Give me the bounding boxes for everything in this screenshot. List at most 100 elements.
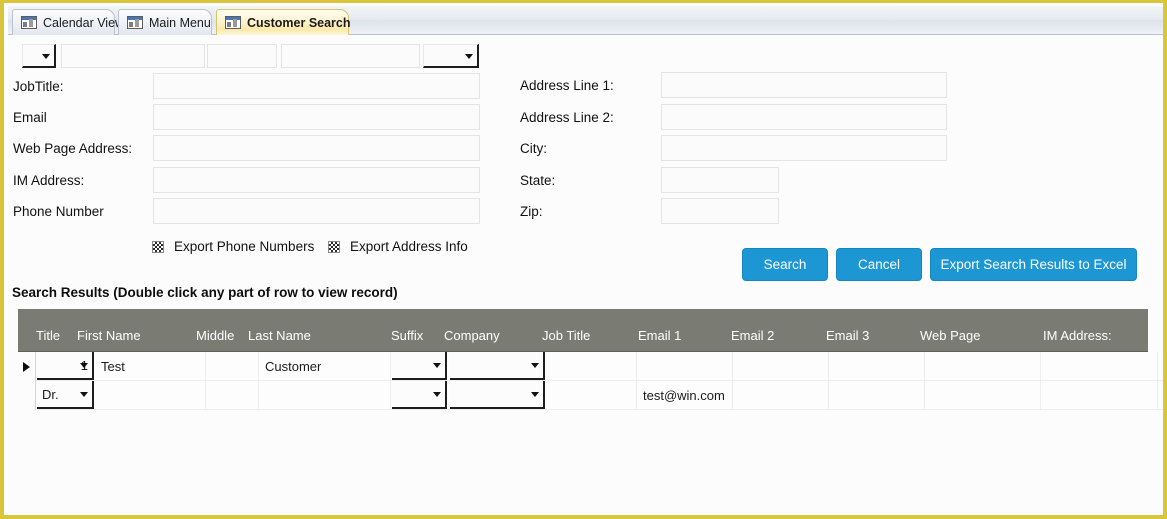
cell-last-name[interactable]: Customer xyxy=(260,352,391,381)
cell-im-address[interactable] xyxy=(1042,352,1158,381)
city-input[interactable] xyxy=(661,135,947,161)
search-results-caption: Search Results (Double click any part of… xyxy=(12,285,398,300)
cell-first-name[interactable] xyxy=(96,381,206,410)
cell-suffix[interactable] xyxy=(392,381,447,409)
cell-middle[interactable] xyxy=(207,381,259,410)
chevron-down-icon xyxy=(42,53,50,59)
cell-company[interactable] xyxy=(450,381,545,409)
application-window: Calendar View Main Menu Customer Search xyxy=(0,0,1167,519)
tab-label: Main Menu xyxy=(149,15,211,30)
title-combo[interactable] xyxy=(22,44,56,68)
export-search-results-to-excel-button[interactable]: Export Search Results to Excel xyxy=(930,248,1137,281)
search-results-grid: Title First Name Middle Last Name Suffix… xyxy=(18,309,1163,410)
column-header-email-3[interactable]: Email 3 xyxy=(826,328,869,343)
tab-customer-search[interactable]: Customer Search xyxy=(216,9,351,35)
label-im-address: IM Address: xyxy=(13,173,85,188)
im-address-input[interactable] xyxy=(153,167,480,193)
grid-header-row: Title First Name Middle Last Name Suffix… xyxy=(18,309,1148,352)
search-button[interactable]: Search xyxy=(742,248,828,281)
document-tab-bar: Calendar View Main Menu Customer Search xyxy=(8,6,1163,35)
email-input[interactable] xyxy=(153,104,480,130)
cell-company[interactable] xyxy=(450,352,545,380)
column-header-title[interactable]: Title xyxy=(36,328,60,343)
cell-web-page[interactable] xyxy=(926,352,1041,381)
label-address-line-2: Address Line 2: xyxy=(520,110,614,125)
form-surface: Calendar View Main Menu Customer Search xyxy=(8,6,1163,515)
column-header-job-title[interactable]: Job Title xyxy=(542,328,590,343)
checkbox-label: Export Phone Numbers xyxy=(174,239,315,254)
cell-title[interactable]: Dr. xyxy=(37,381,94,409)
suffix-combo[interactable] xyxy=(423,44,479,68)
label-email: Email xyxy=(13,110,47,125)
chevron-down-icon xyxy=(433,363,441,368)
datasheet-icon xyxy=(127,16,143,29)
address-line-2-input[interactable] xyxy=(661,104,947,130)
state-input[interactable] xyxy=(661,167,779,193)
cell-middle[interactable] xyxy=(207,352,259,381)
tab-label: Customer Search xyxy=(247,15,351,30)
table-row[interactable]: 1 Test Customer xyxy=(18,352,1163,381)
cell-email-1[interactable]: test@win.com xyxy=(638,381,733,410)
export-phone-numbers-checkbox[interactable]: Export Phone Numbers xyxy=(152,239,314,254)
datasheet-icon xyxy=(21,16,37,29)
column-header-email-1[interactable]: Email 1 xyxy=(638,328,681,343)
address-line-1-input[interactable] xyxy=(661,72,947,98)
chevron-down-icon xyxy=(531,392,539,397)
export-address-info-checkbox[interactable]: Export Address Info xyxy=(328,239,468,254)
cell-suffix[interactable] xyxy=(392,352,447,380)
label-zip: Zip: xyxy=(520,204,543,219)
cell-email-3[interactable] xyxy=(830,352,925,381)
label-address-line-1: Address Line 1: xyxy=(520,78,614,93)
cell-first-name[interactable]: Test xyxy=(96,352,206,381)
tab-main-menu[interactable]: Main Menu xyxy=(118,9,212,35)
checkbox-icon[interactable] xyxy=(328,240,340,253)
current-record-arrow xyxy=(23,361,30,372)
zip-input[interactable] xyxy=(661,198,779,224)
tab-calendar-view[interactable]: Calendar View xyxy=(12,9,124,35)
column-header-suffix[interactable]: Suffix xyxy=(391,328,423,343)
chevron-down-icon xyxy=(80,392,88,397)
cell-im-address[interactable] xyxy=(1042,381,1158,410)
cancel-button[interactable]: Cancel xyxy=(836,248,922,281)
phone-number-input[interactable] xyxy=(153,198,480,224)
chevron-down-icon xyxy=(80,363,88,368)
datasheet-icon xyxy=(225,16,241,29)
cell-email-2[interactable] xyxy=(734,352,829,381)
chevron-down-icon xyxy=(531,363,539,368)
web-page-address-input[interactable] xyxy=(153,135,480,161)
record-selector[interactable] xyxy=(18,381,36,410)
job-title-input[interactable] xyxy=(153,73,480,99)
label-phone-number: Phone Number xyxy=(13,204,104,219)
last-name-input[interactable] xyxy=(281,44,420,68)
customer-search-form: JobTitle: Email Web Page Address: IM Add… xyxy=(8,35,1163,515)
column-header-last-name[interactable]: Last Name xyxy=(248,328,311,343)
cell-value: Dr. xyxy=(42,386,59,402)
checkbox-label: Export Address Info xyxy=(350,239,468,254)
cell-email-3[interactable] xyxy=(830,381,925,410)
label-job-title: JobTitle: xyxy=(13,79,64,94)
grid-body: 1 Test Customer Dr. test@win.com xyxy=(18,352,1163,410)
cell-web-page[interactable] xyxy=(926,381,1041,410)
column-header-first-name[interactable]: First Name xyxy=(77,328,141,343)
column-header-company[interactable]: Company xyxy=(444,328,500,343)
column-header-web-page[interactable]: Web Page xyxy=(920,328,980,343)
cell-email-2[interactable] xyxy=(734,381,829,410)
cell-title[interactable]: 1 xyxy=(37,352,94,380)
record-selector[interactable] xyxy=(18,352,36,381)
cell-last-name[interactable] xyxy=(260,381,391,410)
first-name-input[interactable] xyxy=(61,44,205,68)
label-web-page-address: Web Page Address: xyxy=(13,141,133,156)
checkbox-icon[interactable] xyxy=(152,240,164,253)
cell-job-title[interactable] xyxy=(546,352,637,381)
column-header-im-address[interactable]: IM Address: xyxy=(1043,328,1112,343)
tab-label: Calendar View xyxy=(43,15,125,30)
label-city: City: xyxy=(520,141,547,156)
column-header-middle[interactable]: Middle xyxy=(196,328,234,343)
table-row[interactable]: Dr. test@win.com xyxy=(18,381,1163,410)
cell-job-title[interactable] xyxy=(546,381,637,410)
chevron-down-icon xyxy=(433,392,441,397)
column-header-email-2[interactable]: Email 2 xyxy=(731,328,774,343)
chevron-down-icon xyxy=(465,53,473,59)
cell-email-1[interactable] xyxy=(638,352,733,381)
middle-name-input[interactable] xyxy=(207,44,277,68)
